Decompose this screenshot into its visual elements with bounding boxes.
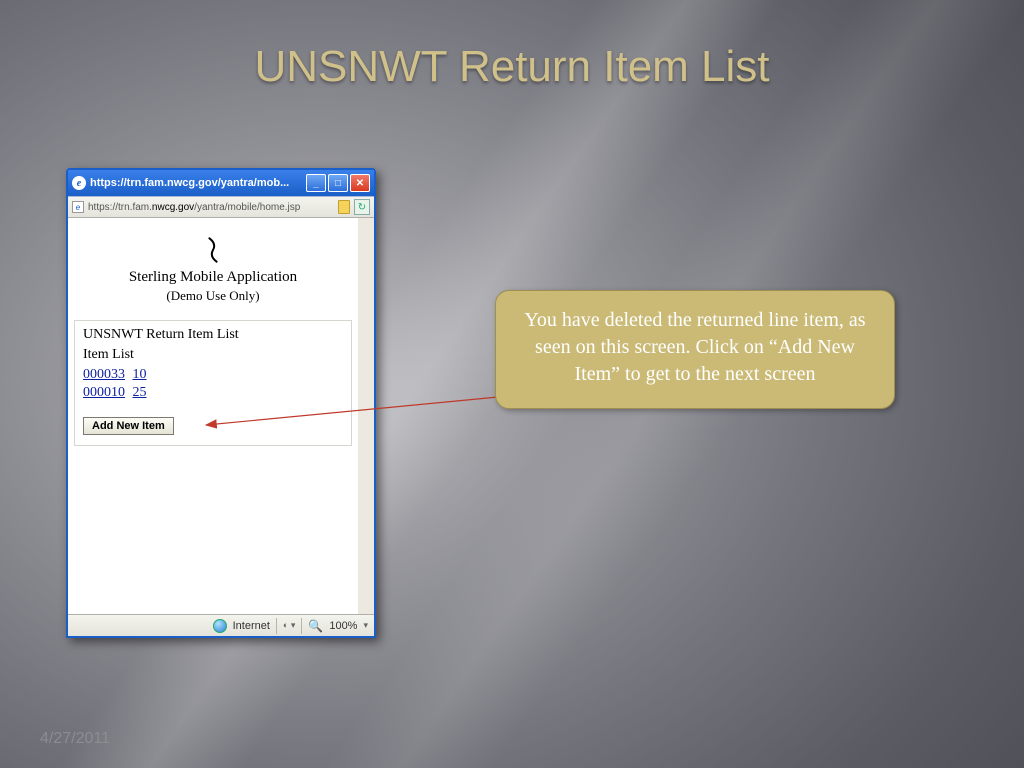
window-buttons: _ □ ✕: [306, 174, 370, 192]
url-post: /yantra/mobile/home.jsp: [194, 202, 300, 213]
item-id-link[interactable]: 000033: [83, 367, 125, 382]
url-text[interactable]: https://trn.fam.nwcg.gov/yantra/mobile/h…: [88, 202, 334, 213]
lock-icon: [338, 200, 350, 214]
scroll-down-button[interactable]: ▼: [358, 598, 374, 614]
slide: UNSNWT Return Item List e https://trn.fa…: [0, 0, 1024, 768]
item-qty-link[interactable]: 25: [133, 385, 147, 400]
app-title: Sterling Mobile Application: [68, 269, 358, 286]
status-bar: Internet ◐ ▾ 🔍 100% ▾: [68, 614, 374, 636]
window-titlebar: e https://trn.fam.nwcg.gov/yantra/mob...…: [68, 170, 374, 196]
url-domain: nwcg.gov: [152, 202, 194, 213]
refresh-button[interactable]: ↻: [354, 199, 370, 215]
address-bar: e https://trn.fam.nwcg.gov/yantra/mobile…: [68, 196, 374, 218]
slide-date: 4/27/2011: [40, 730, 110, 748]
app-header: Sterling Mobile Application (Demo Use On…: [68, 218, 358, 316]
globe-icon: [213, 619, 227, 633]
browser-content: ▲ ▼ Sterling Mobile Application (Demo Us…: [68, 218, 374, 614]
app-logo-icon: [204, 236, 222, 264]
panel-title: UNSNWT Return Item List: [83, 327, 343, 343]
window-title: https://trn.fam.nwcg.gov/yantra/mob...: [90, 177, 302, 189]
scroll-up-button[interactable]: ▲: [358, 218, 374, 234]
app-subtitle: (Demo Use Only): [68, 288, 358, 304]
item-list-panel: UNSNWT Return Item List Item List 000033…: [74, 320, 352, 446]
list-item: 000010 25: [83, 385, 343, 401]
maximize-button[interactable]: □: [328, 174, 348, 192]
item-qty-link[interactable]: 10: [133, 367, 147, 382]
page-icon: e: [72, 201, 84, 213]
slide-title: UNSNWT Return Item List: [0, 42, 1024, 92]
add-new-item-button[interactable]: Add New Item: [83, 417, 174, 435]
close-button[interactable]: ✕: [350, 174, 370, 192]
list-item: 000033 10: [83, 367, 343, 383]
security-zone: Internet: [233, 620, 270, 632]
zoom-icon: 🔍: [308, 619, 323, 633]
panel-subtitle: Item List: [83, 347, 343, 363]
zoom-level: 100%: [329, 620, 357, 632]
minimize-button[interactable]: _: [306, 174, 326, 192]
url-pre: https://trn.fam.: [88, 202, 152, 213]
browser-window: e https://trn.fam.nwcg.gov/yantra/mob...…: [66, 168, 376, 638]
instruction-callout: You have deleted the returned line item,…: [495, 290, 895, 409]
ie-icon: e: [72, 176, 86, 190]
protected-mode-icon[interactable]: ◐ ▾: [283, 620, 295, 631]
item-id-link[interactable]: 000010: [83, 385, 125, 400]
callout-text: You have deleted the returned line item,…: [524, 309, 865, 385]
zoom-dropdown-icon[interactable]: ▾: [363, 620, 368, 631]
